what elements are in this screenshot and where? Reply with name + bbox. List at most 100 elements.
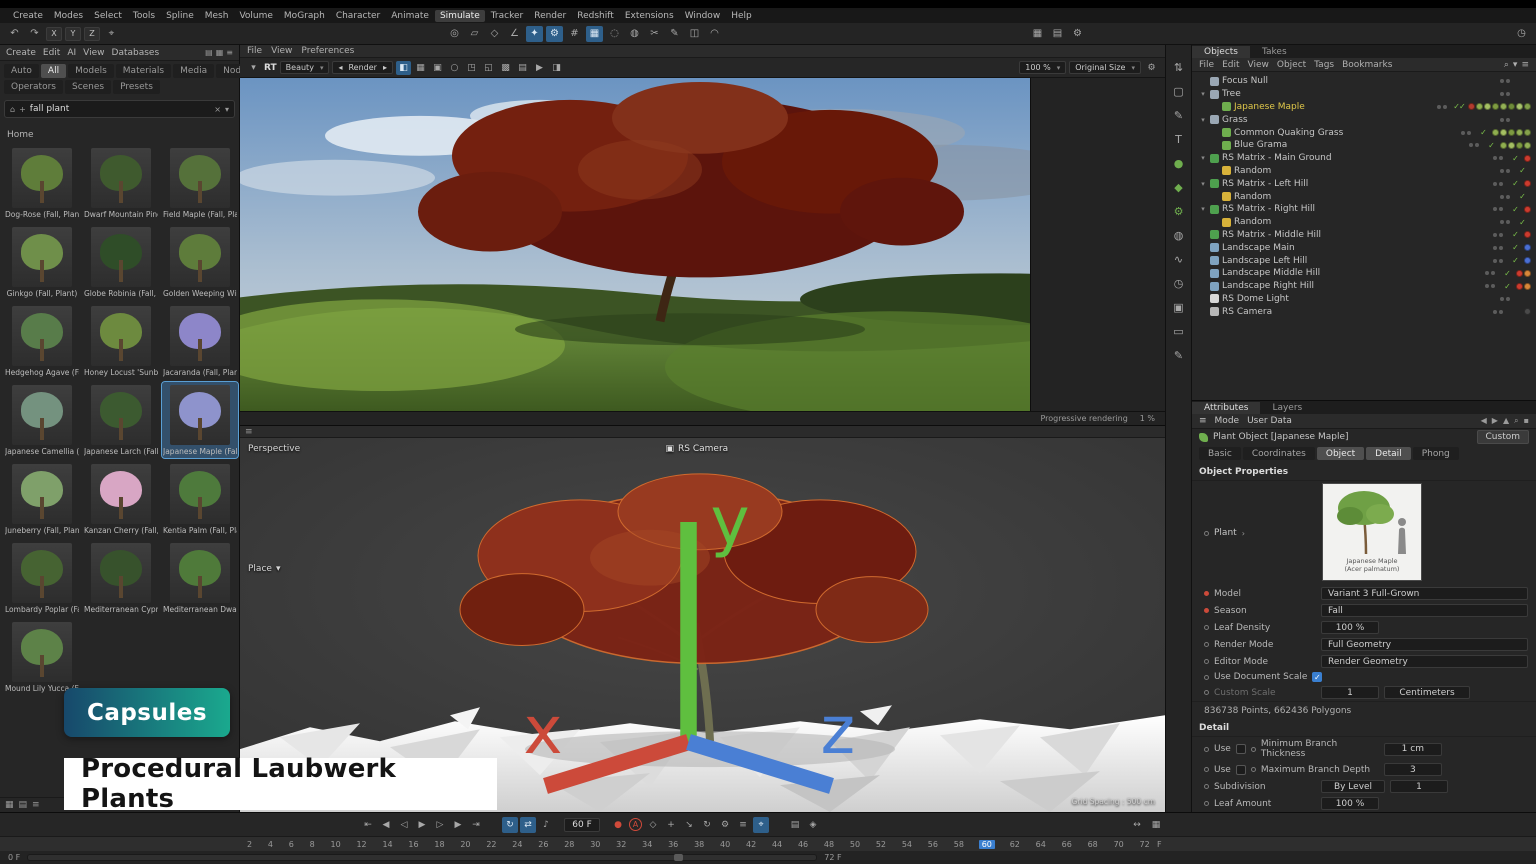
asset-item[interactable]: Japanese Maple (Fall, ...	[162, 382, 238, 458]
snap-key-icon[interactable]: ⌖	[753, 817, 769, 833]
goto-start-icon[interactable]: ⇤	[360, 817, 376, 833]
object-tree-row[interactable]: RS Matrix - Middle Hill ✓	[1192, 229, 1536, 242]
undo-icon[interactable]: ↶	[6, 26, 23, 42]
frame-tick[interactable]: 24	[511, 840, 523, 849]
asset-item[interactable]: Ginkgo (Fall, Plant)	[4, 224, 80, 300]
next-key-icon[interactable]: ▶	[450, 817, 466, 833]
frame-tick[interactable]: 54	[901, 840, 913, 849]
rotation-icon[interactable]: ↻	[699, 817, 715, 833]
asset-item[interactable]: Kanzan Cherry (Fall, Pl...	[83, 461, 159, 537]
filter-icon[interactable]: ▾	[1513, 60, 1518, 70]
frame-tick[interactable]: 30	[589, 840, 601, 849]
frame-tick[interactable]: 62	[1009, 840, 1021, 849]
viewport-camera-label[interactable]: ▣ RS Camera	[666, 444, 729, 454]
axis-x-button[interactable]: X	[46, 27, 62, 41]
up-icon[interactable]: ▲	[1503, 416, 1509, 426]
frame-tick[interactable]: 68	[1087, 840, 1099, 849]
visibility-dots[interactable]	[1493, 207, 1503, 211]
frame-tick[interactable]: 46	[797, 840, 809, 849]
tag-chips[interactable]	[1524, 244, 1531, 251]
om-menu-edit[interactable]: Edit	[1222, 60, 1239, 70]
visibility-dots[interactable]	[1437, 105, 1447, 109]
ab-menu-view[interactable]: View	[83, 48, 104, 58]
min-branch-field[interactable]: 1 cm	[1384, 743, 1442, 756]
layout-icon[interactable]: ▦	[216, 48, 224, 57]
category-tab[interactable]: Scenes	[65, 80, 111, 94]
expand-arrow-icon[interactable]: ▾	[1199, 154, 1207, 162]
category-tab[interactable]: Presets	[113, 80, 160, 94]
asset-item[interactable]: Japanese Camellia (Fal...	[4, 382, 80, 458]
render-to-pv-icon[interactable]: ▤	[1049, 26, 1066, 42]
expand-arrow-icon[interactable]: ▾	[1199, 180, 1207, 188]
tag-chips[interactable]	[1524, 231, 1531, 238]
render-view-icon[interactable]: ▦	[1029, 26, 1046, 42]
frame-tick[interactable]: 8	[309, 840, 316, 849]
details-view-icon[interactable]: ≡	[32, 800, 40, 810]
search-input[interactable]	[30, 104, 211, 114]
frame-tick[interactable]: 16	[407, 840, 419, 849]
visibility-dots[interactable]	[1493, 310, 1503, 314]
panel-tab[interactable]: Layers	[1260, 402, 1314, 414]
menu-item[interactable]: Extensions	[620, 10, 679, 22]
panel-tab[interactable]: Takes	[1250, 46, 1299, 58]
season-dropdown[interactable]: Fall	[1321, 604, 1528, 617]
ipr-icon[interactable]: ▶	[532, 61, 547, 75]
volume-icon[interactable]: ◆	[1170, 179, 1188, 196]
range-thumb[interactable]	[674, 854, 683, 861]
subdivision-field[interactable]: 1	[1390, 780, 1448, 793]
menu-item[interactable]: Simulate	[435, 10, 485, 22]
home-icon[interactable]: ⌂	[10, 105, 15, 114]
back-icon[interactable]: ◀	[1481, 416, 1487, 426]
asset-sphere-icon[interactable]: ●	[1170, 155, 1188, 172]
menu-item[interactable]: Redshift	[572, 10, 619, 22]
enabled-check-icon[interactable]: ✓	[1509, 179, 1521, 188]
userdata-menu[interactable]: User Data	[1247, 416, 1292, 426]
loop-icon[interactable]: ↻	[502, 817, 518, 833]
attribute-tab[interactable]: Object	[1317, 447, 1364, 460]
frame-tick[interactable]: 60	[979, 840, 995, 849]
asset-item[interactable]: Field Maple (Fall, Plant)	[162, 145, 238, 221]
frame-tick[interactable]: 18	[433, 840, 445, 849]
frame-tick[interactable]: 36	[667, 840, 679, 849]
frame-tick[interactable]: 32	[615, 840, 627, 849]
asset-item[interactable]: Dwarf Mountain Pine (...	[83, 145, 159, 221]
expand-arrow-icon[interactable]: ▾	[1199, 90, 1207, 98]
particles-icon[interactable]: ◍	[626, 26, 643, 42]
sound-icon[interactable]: ♪	[538, 817, 554, 833]
asset-item[interactable]: Mediterranean Dwarf ...	[162, 540, 238, 616]
object-tree-row[interactable]: Landscape Main ✓	[1192, 241, 1536, 254]
history-icon[interactable]: ◷	[1170, 275, 1188, 292]
enabled-check-icon[interactable]: ✓	[1516, 218, 1528, 227]
visibility-dots[interactable]	[1469, 143, 1479, 147]
text-tool-icon[interactable]: T	[1170, 131, 1188, 148]
om-menu-tags[interactable]: Tags	[1314, 60, 1334, 70]
display-icon[interactable]: ▭	[1170, 323, 1188, 340]
filter-tab[interactable]: Models	[68, 64, 114, 78]
annotate-icon[interactable]: ✎	[1170, 347, 1188, 364]
tag-chips[interactable]	[1468, 103, 1531, 110]
visibility-dots[interactable]	[1500, 220, 1510, 224]
camera-icon[interactable]: ▣	[1170, 299, 1188, 316]
visibility-dots[interactable]	[1500, 195, 1510, 199]
frame-tick[interactable]: 2	[246, 840, 253, 849]
visibility-dots[interactable]	[1461, 131, 1471, 135]
axis-y-button[interactable]: Y	[65, 27, 81, 41]
visibility-dots[interactable]	[1500, 79, 1510, 83]
snapshot-icon[interactable]: ▣	[430, 61, 445, 75]
panel-tab[interactable]: Objects	[1192, 46, 1250, 58]
frame-tick[interactable]: 42	[745, 840, 757, 849]
min-branch-use-checkbox[interactable]	[1236, 744, 1246, 754]
asset-item[interactable]: Lombardy Poplar (Fall...	[4, 540, 80, 616]
filter-tab[interactable]: Materials	[116, 64, 171, 78]
attribute-tab[interactable]: Phong	[1413, 447, 1459, 460]
object-tree-row[interactable]: ▾ Grass	[1192, 113, 1536, 126]
enabled-check-icon[interactable]: ✓	[1509, 154, 1521, 163]
menu-item[interactable]: Modes	[49, 10, 88, 22]
enabled-check-icon[interactable]: ✓	[1509, 256, 1521, 265]
asset-item[interactable]: Hedgehog Agave (Fall...	[4, 303, 80, 379]
simulate-scene-icon[interactable]: ✦	[526, 26, 543, 42]
expand-arrow-icon[interactable]: ▾	[1199, 116, 1207, 124]
keyframe-select-icon[interactable]: ◇	[645, 817, 661, 833]
menu-item[interactable]: Spline	[161, 10, 199, 22]
save-image-icon[interactable]: ▾	[246, 61, 261, 75]
